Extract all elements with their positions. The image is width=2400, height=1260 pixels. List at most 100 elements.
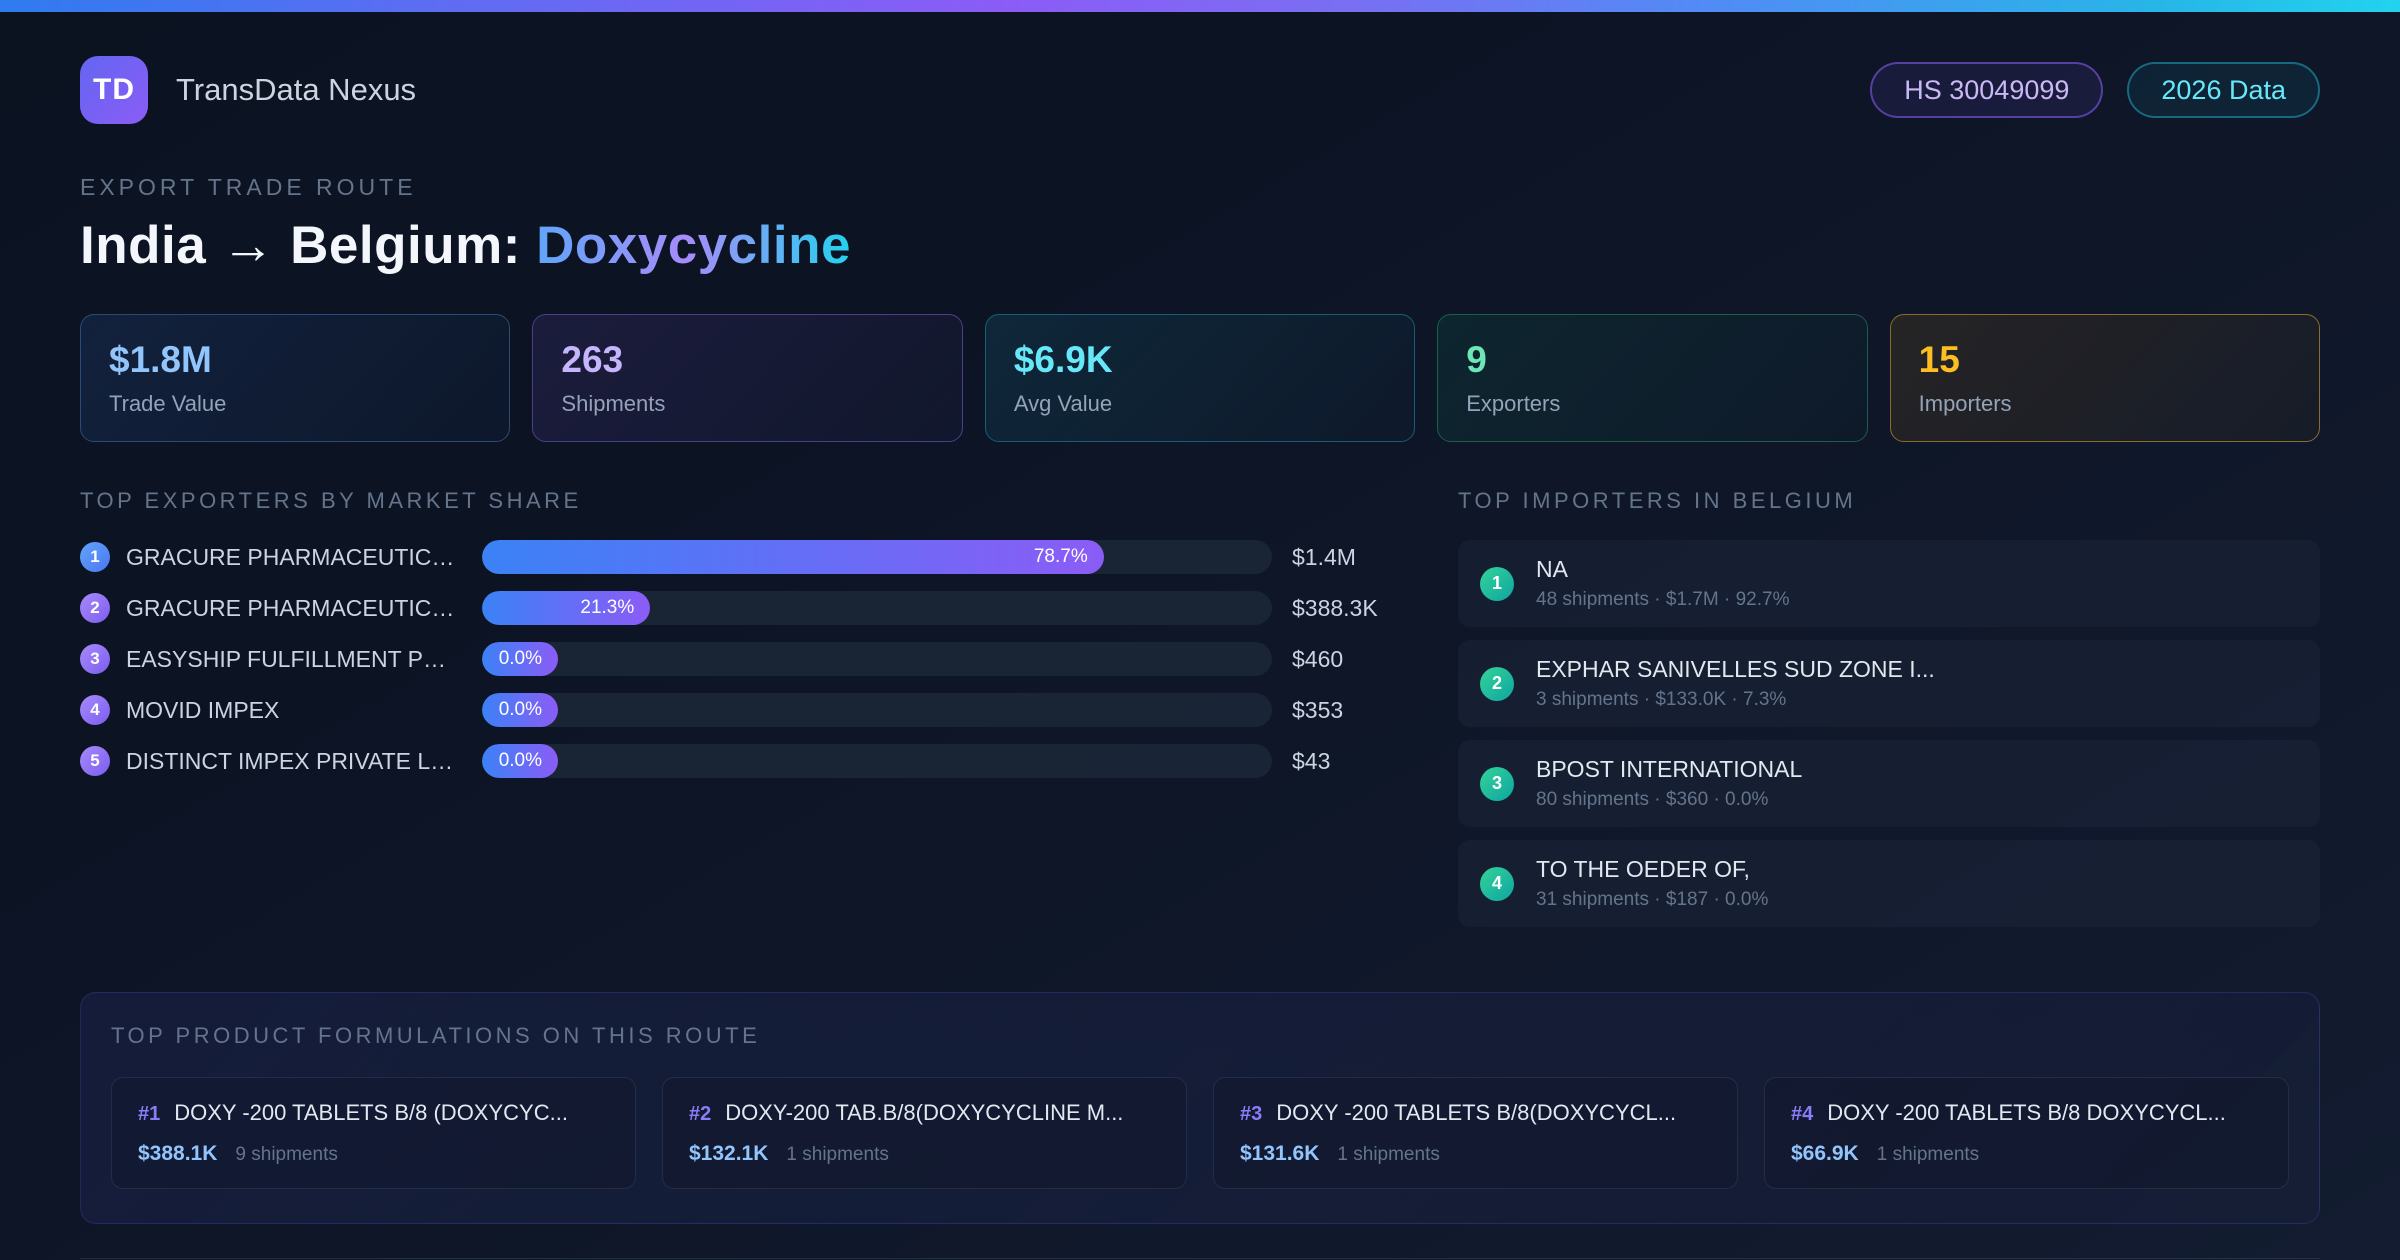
formulation-value: $131.6K xyxy=(1240,1142,1320,1165)
dashboard-page: TD TransData Nexus HS 30049099 2026 Data… xyxy=(0,0,2400,1260)
top-accent-bar xyxy=(0,0,2400,12)
logo-mark: TD xyxy=(80,56,148,124)
formulation-shipments: 1 shipments xyxy=(1337,1144,1440,1165)
rank-badge: 1 xyxy=(1480,566,1514,601)
market-share-bar: 21.3% xyxy=(482,591,651,625)
formulation-shipments: 9 shipments xyxy=(235,1144,338,1165)
exporter-name: DISTINCT IMPEX PRIVATE LIM... xyxy=(126,747,456,774)
brand-name: TransData Nexus xyxy=(176,72,417,107)
rank-badge: 5 xyxy=(80,746,110,776)
exporter-name: GRACURE PHARMACEUTICALS LI... xyxy=(126,543,456,570)
data-year-badge[interactable]: 2026 Data xyxy=(2127,62,2320,118)
share-percent-label: 0.0% xyxy=(498,699,542,720)
stat-label: Shipments xyxy=(561,391,666,416)
exporter-name: GRACURE PHARMACEUTICALS LI... xyxy=(126,594,456,621)
stat-label: Exporters xyxy=(1466,391,1561,416)
formulation-shipments: 1 shipments xyxy=(1876,1144,1980,1165)
exporter-value: $43 xyxy=(1292,747,1331,774)
header-badges: HS 30049099 2026 Data xyxy=(1870,62,2320,118)
importer-details: 3 shipments · $133.0K · 7.3% xyxy=(1536,689,1787,710)
formulation-rank: #3 xyxy=(1240,1103,1263,1125)
importer-card[interactable]: 3 BPOST INTERNATIONAL 80 shipments · $36… xyxy=(1458,740,2320,827)
market-share-bar: 0.0% xyxy=(482,744,558,778)
market-share-bar-track: 0.0% xyxy=(482,744,1272,778)
market-share-bar-track: 0.0% xyxy=(482,642,1272,676)
importer-name: EXPHAR SANIVELLES SUD ZONE I... xyxy=(1536,656,1935,682)
formulation-card[interactable]: #2 DOXY-200 TAB.B/8(DOXYCYCLINE M... $13… xyxy=(662,1077,1187,1189)
rank-badge: 1 xyxy=(80,542,110,572)
header: TD TransData Nexus HS 30049099 2026 Data xyxy=(80,56,2320,124)
importer-details: 31 shipments · $187 · 0.0% xyxy=(1536,889,1769,910)
exporters-heading: TOP EXPORTERS BY MARKET SHARE xyxy=(80,488,582,513)
importers-heading: TOP IMPORTERS IN BELGIUM xyxy=(1458,488,1857,513)
stat-card-avg-value: $6.9K Avg Value xyxy=(984,314,1416,442)
rank-badge: 3 xyxy=(1480,766,1514,801)
importer-name: NA xyxy=(1536,556,1568,582)
share-percent-label: 78.7% xyxy=(1033,546,1088,567)
exporter-row[interactable]: 5 DISTINCT IMPEX PRIVATE LIM... 0.0% $43 xyxy=(80,744,1400,778)
page-title: India → Belgium: Doxycycline xyxy=(80,215,2320,276)
exporter-name: MOVID IMPEX xyxy=(126,696,280,723)
stat-value: $1.8M xyxy=(109,339,212,380)
stat-value: 15 xyxy=(1918,339,1960,380)
importer-name: TO THE OEDER OF, xyxy=(1536,856,1750,882)
exporter-row[interactable]: 2 GRACURE PHARMACEUTICALS LI... 21.3% $3… xyxy=(80,591,1400,625)
formulation-name: DOXY -200 TABLETS B/8(DOXYCYCL... xyxy=(1276,1100,1677,1125)
brand: TD TransData Nexus xyxy=(80,56,416,124)
exporter-value: $388.3K xyxy=(1292,594,1378,621)
formulations-panel: TOP PRODUCT FORMULATIONS ON THIS ROUTE #… xyxy=(80,992,2320,1224)
importer-card[interactable]: 1 NA 48 shipments · $1.7M · 92.7% xyxy=(1458,540,2320,627)
formulation-value: $66.9K xyxy=(1791,1142,1859,1165)
stat-value: 263 xyxy=(561,339,624,380)
hs-code-badge[interactable]: HS 30049099 xyxy=(1870,62,2104,118)
formulation-rank: #4 xyxy=(1791,1103,1814,1125)
stat-label: Avg Value xyxy=(1013,391,1113,416)
formulation-name: DOXY-200 TAB.B/8(DOXYCYCLINE M... xyxy=(725,1100,1124,1125)
rank-badge: 2 xyxy=(1480,666,1514,701)
market-share-bar-track: 78.7% xyxy=(482,540,1272,574)
formulation-name: DOXY -200 TABLETS B/8 (DOXYCYC... xyxy=(174,1100,568,1125)
share-percent-label: 0.0% xyxy=(498,648,542,669)
share-percent-label: 21.3% xyxy=(580,597,635,618)
rank-badge: 4 xyxy=(80,695,110,725)
rank-badge: 4 xyxy=(1480,866,1514,901)
stat-value: 9 xyxy=(1466,339,1487,380)
formulation-card[interactable]: #4 DOXY -200 TABLETS B/8 DOXYCYCL... $66… xyxy=(1764,1077,2289,1189)
exporter-row[interactable]: 1 GRACURE PHARMACEUTICALS LI... 78.7% $1… xyxy=(80,540,1400,574)
stat-label: Importers xyxy=(1918,391,2012,416)
market-share-bar: 78.7% xyxy=(482,540,1104,574)
formulation-card[interactable]: #1 DOXY -200 TABLETS B/8 (DOXYCYC... $38… xyxy=(111,1077,636,1189)
formulations-heading: TOP PRODUCT FORMULATIONS ON THIS ROUTE xyxy=(111,1023,761,1048)
market-share-bar: 0.0% xyxy=(482,642,558,676)
importer-name: BPOST INTERNATIONAL xyxy=(1536,756,1803,782)
market-share-bar-track: 0.0% xyxy=(482,693,1272,727)
formulation-card[interactable]: #3 DOXY -200 TABLETS B/8(DOXYCYCL... $13… xyxy=(1213,1077,1738,1189)
importer-details: 48 shipments · $1.7M · 92.7% xyxy=(1536,589,1790,610)
exporter-value: $1.4M xyxy=(1292,543,1356,570)
importer-card[interactable]: 4 TO THE OEDER OF, 31 shipments · $187 ·… xyxy=(1458,840,2320,927)
formulation-rank: #1 xyxy=(138,1103,161,1125)
importer-details: 80 shipments · $360 · 0.0% xyxy=(1536,789,1769,810)
exporter-name: EASYSHIP FULFILLMENT PRIVA... xyxy=(126,645,456,672)
formulation-value: $388.1K xyxy=(138,1142,218,1165)
rank-badge: 2 xyxy=(80,593,110,623)
stat-card-importers: 15 Importers xyxy=(1889,314,2321,442)
market-share-bar-track: 21.3% xyxy=(482,591,1272,625)
formulation-shipments: 1 shipments xyxy=(786,1144,889,1165)
eyebrow-label: EXPORT TRADE ROUTE xyxy=(80,174,417,200)
stat-cards: $1.8M Trade Value 263 Shipments $6.9K Av… xyxy=(80,314,2321,442)
route-text: India → Belgium: xyxy=(80,216,521,275)
formulation-rank: #2 xyxy=(689,1103,712,1125)
formulation-name: DOXY -200 TABLETS B/8 DOXYCYCL... xyxy=(1827,1100,2226,1125)
share-percent-label: 0.0% xyxy=(498,750,542,771)
stat-value: $6.9K xyxy=(1013,339,1113,380)
stat-card-shipments: 263 Shipments xyxy=(532,314,963,442)
formulation-value: $132.1K xyxy=(689,1142,769,1165)
exporter-value: $460 xyxy=(1292,645,1344,672)
stat-card-trade-value: $1.8M Trade Value xyxy=(80,314,511,442)
rank-badge: 3 xyxy=(80,644,110,674)
importer-card[interactable]: 2 EXPHAR SANIVELLES SUD ZONE I... 3 ship… xyxy=(1458,640,2320,727)
exporter-row[interactable]: 4 MOVID IMPEX 0.0% $353 xyxy=(80,693,1400,727)
exporter-row[interactable]: 3 EASYSHIP FULFILLMENT PRIVA... 0.0% $46… xyxy=(80,642,1400,676)
importers-section: TOP IMPORTERS IN BELGIUM 1 NA 48 shipmen… xyxy=(1458,488,2320,940)
